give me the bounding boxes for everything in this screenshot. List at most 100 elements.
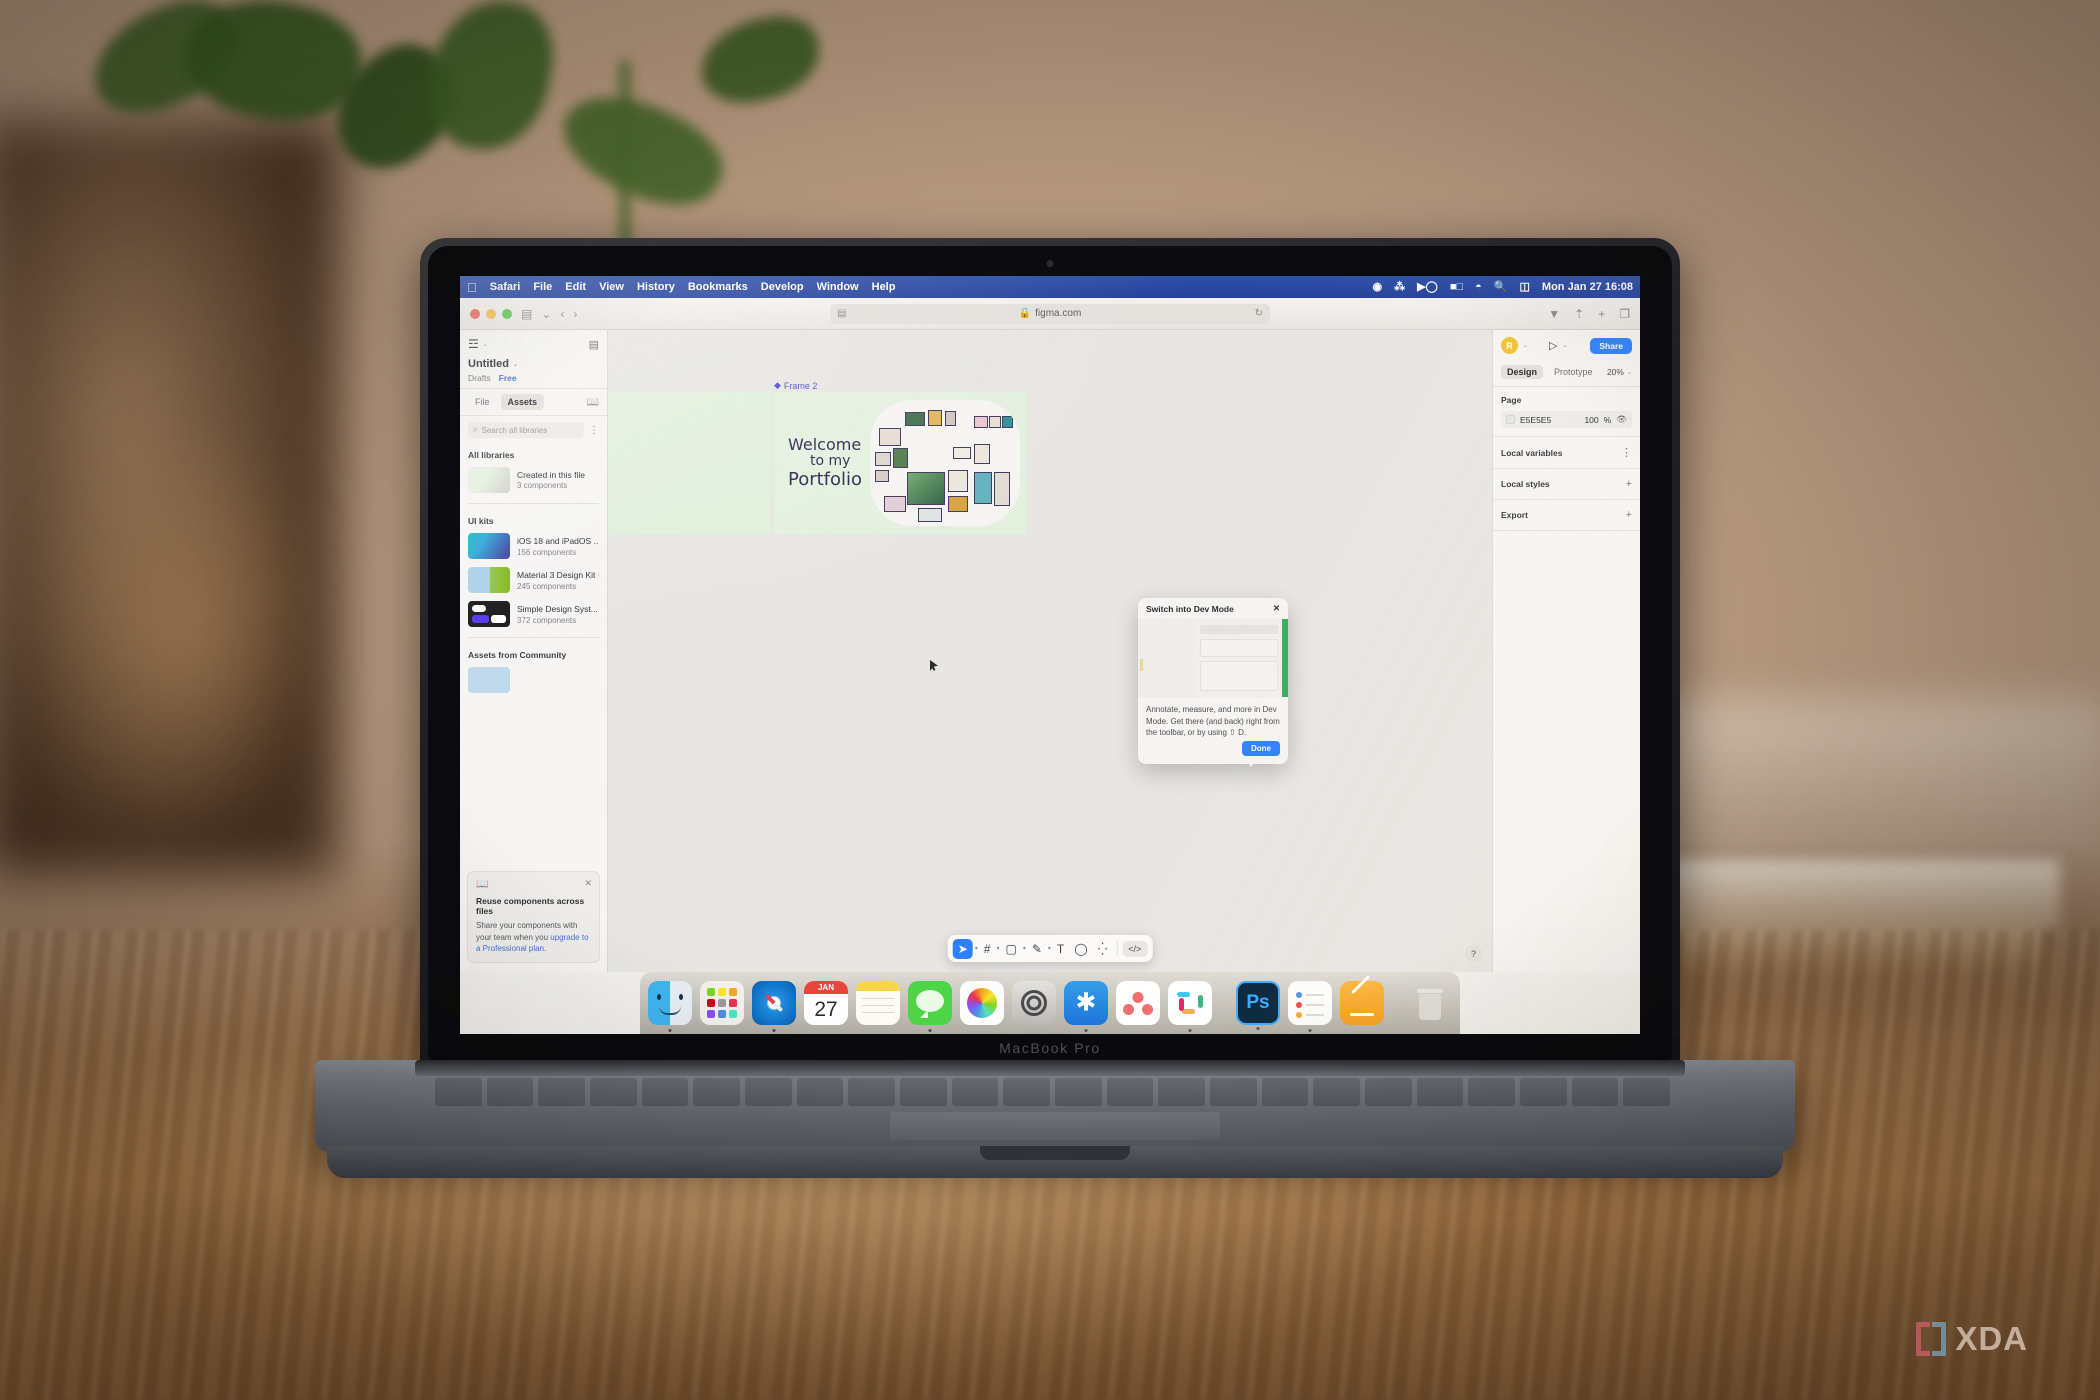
menu-item-help[interactable]: Help xyxy=(872,281,896,293)
search-input[interactable]: ⌕ Search all libraries xyxy=(468,422,584,438)
dock-item-safari[interactable] xyxy=(752,981,796,1032)
frame-tool-button[interactable]: # xyxy=(980,942,995,956)
battery-icon[interactable]: ■□ xyxy=(1450,281,1463,293)
menu-item-bookmarks[interactable]: Bookmarks xyxy=(688,281,748,293)
avatar[interactable]: R xyxy=(1501,337,1518,354)
dev-mode-popup[interactable]: Switch into Dev Mode ✕ Annotate, measure… xyxy=(1138,598,1288,764)
menu-item-file[interactable]: File xyxy=(533,281,552,293)
eye-icon[interactable]: 👁 xyxy=(1616,414,1627,425)
dock-item-photoshop[interactable]: Ps xyxy=(1236,981,1280,1030)
menu-item-edit[interactable]: Edit xyxy=(565,281,586,293)
dock-item-messages[interactable] xyxy=(908,981,952,1032)
zoom-button[interactable] xyxy=(502,308,512,319)
page-fill-opacity[interactable]: 100 xyxy=(1584,415,1598,425)
tab-overview-icon[interactable]: ❐ xyxy=(1619,307,1630,321)
filter-icon[interactable]: ⋮ xyxy=(589,425,599,436)
sidebar-icon[interactable]: ▤ xyxy=(521,308,532,320)
dock-item-system-settings[interactable] xyxy=(1012,981,1056,1025)
close-icon[interactable]: ✕ xyxy=(1273,603,1280,614)
menu-item-view[interactable]: View xyxy=(599,281,624,293)
new-tab-icon[interactable]: + xyxy=(1598,307,1605,321)
color-swatch[interactable] xyxy=(1506,415,1515,424)
zoom-level[interactable]: 20% ⌄ xyxy=(1607,367,1632,377)
chevron-down-icon[interactable]: ⌄ xyxy=(541,308,551,320)
page-fill-row[interactable]: E5E5E5 100 % 👁 xyxy=(1501,411,1632,428)
library-item[interactable] xyxy=(460,663,607,697)
frame-2[interactable]: Welcome to my Portfolio xyxy=(774,392,1026,534)
dock-item-trash[interactable] xyxy=(1408,981,1452,1025)
chevron-down-icon[interactable]: ⌄ xyxy=(513,361,518,368)
canvas-frame-background[interactable] xyxy=(608,392,771,534)
dock-item-calendar[interactable]: JAN 27 xyxy=(804,981,848,1025)
share-button[interactable]: Share xyxy=(1590,337,1632,354)
wifi-icon[interactable]: ◓ xyxy=(1475,281,1482,293)
minimize-button[interactable] xyxy=(486,308,496,319)
book-icon[interactable]: 📖 xyxy=(587,397,599,408)
forward-button[interactable]: › xyxy=(573,308,577,320)
menu-item-safari[interactable]: Safari xyxy=(490,281,521,293)
menu-item-develop[interactable]: Develop xyxy=(761,281,804,293)
back-button[interactable]: ‹ xyxy=(560,308,564,320)
dock-item-reminders[interactable] xyxy=(1288,981,1332,1032)
trackpad[interactable] xyxy=(890,1112,1220,1140)
tab-file[interactable]: File xyxy=(468,394,497,410)
tab-design[interactable]: Design xyxy=(1501,365,1544,379)
tab-assets[interactable]: Assets xyxy=(500,394,545,410)
library-item[interactable]: Simple Design Syst... 🌐 372 components xyxy=(460,597,607,631)
comment-tool-button[interactable]: ◯ xyxy=(1070,942,1091,956)
add-icon[interactable]: + xyxy=(1626,478,1632,490)
page-fill-hex[interactable]: E5E5E5 xyxy=(1520,415,1551,425)
add-icon[interactable]: + xyxy=(1626,509,1632,521)
export-row[interactable]: Export + xyxy=(1493,500,1640,531)
chevron-down-icon[interactable]: ⌄ xyxy=(1627,369,1632,376)
dock-item-notes[interactable] xyxy=(856,981,900,1025)
menu-bar-clock[interactable]: Mon Jan 27 16:08 xyxy=(1542,281,1633,293)
file-name[interactable]: Untitled xyxy=(468,358,509,370)
apple-menu-icon[interactable]:  xyxy=(467,280,477,295)
frame-label[interactable]: ◆ Frame 2 xyxy=(774,380,817,391)
chevron-down-icon[interactable]: ⌄ xyxy=(1563,342,1568,349)
panel-toggle-icon[interactable]: ▤ xyxy=(589,338,599,351)
done-button[interactable]: Done xyxy=(1242,741,1280,756)
dock-item-pages[interactable] xyxy=(1340,975,1384,1025)
breadcrumb-drafts[interactable]: Drafts xyxy=(468,373,491,383)
macos-menu-bar[interactable]:  Safari File Edit View History Bookmark… xyxy=(460,276,1640,298)
window-traffic-lights[interactable] xyxy=(470,308,512,319)
dock-item-app-store[interactable]: ✱ xyxy=(1064,981,1108,1032)
pen-tool-button[interactable]: ✎ xyxy=(1028,942,1046,956)
library-item[interactable]: Material 3 Design Kit 🌐 245 components xyxy=(460,563,607,597)
local-variables-row[interactable]: Local variables ⋮ xyxy=(1493,437,1640,469)
library-item[interactable]: Created in this file 3 components xyxy=(460,463,607,497)
figma-canvas[interactable]: ◆ Frame 2 Welcome to my Portfolio Switch… xyxy=(608,330,1492,972)
filter-icon[interactable]: ⋮ xyxy=(1621,446,1632,459)
address-bar[interactable]: ▤ 🔒 figma.com ↻ xyxy=(830,303,1270,324)
actions-tool-button[interactable]: ⁛ xyxy=(1094,942,1112,956)
dock-item-launchpad[interactable] xyxy=(700,981,744,1025)
text-tool-button[interactable]: T xyxy=(1053,942,1068,956)
dropbox-icon[interactable]: ⁂ xyxy=(1394,281,1405,293)
chevron-down-icon[interactable]: ⌄ xyxy=(1523,342,1528,349)
play-icon[interactable]: ▷ xyxy=(1549,339,1557,352)
downloads-icon[interactable]: ▼ xyxy=(1548,307,1560,321)
dock-item-finder[interactable] xyxy=(648,981,692,1032)
share-icon[interactable]: ⇡ xyxy=(1574,307,1584,321)
creative-cloud-icon[interactable]: ◉ xyxy=(1372,281,1382,293)
dock-item-asana[interactable] xyxy=(1116,981,1160,1025)
figma-logo-icon[interactable]: ☲ xyxy=(468,337,479,351)
local-styles-row[interactable]: Local styles + xyxy=(1493,469,1640,500)
library-item[interactable]: iOS 18 and iPadOS ... 🌐 156 components xyxy=(460,529,607,563)
search-icon[interactable]: 🔍 xyxy=(1494,281,1508,293)
shape-tool-button[interactable]: ▢ xyxy=(1001,942,1020,956)
close-icon[interactable]: ✕ xyxy=(584,878,592,889)
menu-item-window[interactable]: Window xyxy=(817,281,859,293)
close-button[interactable] xyxy=(470,308,480,319)
reader-icon[interactable]: ▤ xyxy=(837,308,846,319)
chevron-down-icon[interactable]: ▾ xyxy=(1023,945,1026,952)
tab-prototype[interactable]: Prototype xyxy=(1548,365,1599,379)
reload-icon[interactable]: ↻ xyxy=(1255,308,1263,319)
menu-item-history[interactable]: History xyxy=(637,281,675,293)
dev-mode-toggle-button[interactable]: </> xyxy=(1122,940,1148,957)
dock-item-photos[interactable] xyxy=(960,981,1004,1025)
help-button[interactable]: ? xyxy=(1465,945,1482,962)
chevron-down-icon[interactable]: ▾ xyxy=(996,945,999,952)
